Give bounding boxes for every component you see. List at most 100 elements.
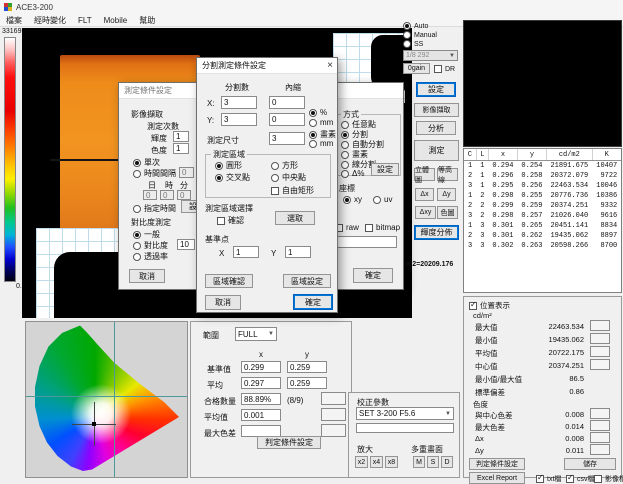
zero-gain-button[interactable]: 0gain xyxy=(403,63,430,74)
position-display-checkbox[interactable]: 位置表示 xyxy=(469,300,510,311)
delta-y-button[interactable]: Δy xyxy=(437,188,456,201)
y-division-field[interactable]: 3 xyxy=(221,113,257,126)
y-inset-field[interactable]: 0 xyxy=(269,113,305,126)
solid-view-button[interactable]: 立體圖 xyxy=(414,168,435,181)
menu-item-mobile[interactable]: Mobile xyxy=(104,16,128,25)
table-row[interactable]: 330.3020.26320598.2668700 xyxy=(464,241,621,251)
menu-item-help[interactable]: 幫助 xyxy=(139,15,155,26)
area-center-radio[interactable]: 中央點 xyxy=(271,172,306,183)
base-x-field[interactable]: 1 xyxy=(233,246,259,258)
multi-s-button[interactable]: S xyxy=(427,456,439,468)
multi-d-button[interactable]: D xyxy=(441,456,453,468)
table-row[interactable]: 110.2940.25421891.67510407 xyxy=(464,161,621,172)
size-field[interactable]: 3 xyxy=(269,132,305,145)
color-map-button[interactable]: 色圖 xyxy=(437,206,458,219)
avg-x-field[interactable]: 0.297 xyxy=(241,377,281,389)
capture-button[interactable]: 影像擷取 xyxy=(414,103,459,117)
transmittance-radio[interactable]: 透過率 xyxy=(133,251,168,262)
radio-auto[interactable]: Auto xyxy=(403,22,428,30)
shutter-dropdown[interactable]: 1/8 292▼ xyxy=(403,50,458,61)
settings-button[interactable]: 設定 xyxy=(416,82,456,97)
specified-time-radio[interactable]: 指定時間 xyxy=(133,203,176,214)
chroma-count-field[interactable]: 1 xyxy=(173,143,189,154)
radio-manual[interactable]: Manual xyxy=(403,31,437,39)
pick-button[interactable]: 選取 xyxy=(275,211,315,225)
bitmap-checkbox[interactable]: bitmap xyxy=(365,223,400,232)
stat-value: 20374.251 xyxy=(519,361,584,370)
x-inset-field[interactable]: 0 xyxy=(269,96,305,109)
calibration-dropdown[interactable]: SET 3-200 F5.6▼ xyxy=(356,407,454,420)
confirm-checkbox[interactable]: 確認 xyxy=(217,215,244,226)
inset-mm-radio[interactable]: mm xyxy=(309,118,333,127)
table-row[interactable]: 310.2950.25622463.53410046 xyxy=(464,181,621,191)
close-icon[interactable]: × xyxy=(327,60,333,71)
area-square-radio[interactable]: 方形 xyxy=(271,160,298,171)
method-set-button[interactable]: 設定 xyxy=(371,163,399,176)
measure-ok-button[interactable]: 確定 xyxy=(353,268,393,283)
output-path-field[interactable] xyxy=(335,236,397,248)
single-radio[interactable]: 單次 xyxy=(133,157,160,168)
x-division-field[interactable]: 3 xyxy=(221,96,257,109)
range-dropdown[interactable]: FULL▼ xyxy=(235,327,277,341)
dialog-title-bar[interactable]: 分割測定條件設定 × xyxy=(197,58,337,74)
menu-item-time-variation[interactable]: 經時變化 xyxy=(34,15,66,26)
measure-cancel-button[interactable]: 取消 xyxy=(129,269,165,283)
coord-xy-radio[interactable]: xy xyxy=(343,195,362,204)
contrast-radio[interactable]: 對比度 xyxy=(133,240,168,251)
split-ok-button[interactable]: 確定 xyxy=(293,294,333,310)
luminance-distribution-button[interactable]: 輝度分佈 xyxy=(414,225,459,240)
image-file-checkbox[interactable]: 影像檔 xyxy=(594,474,623,484)
txt-checkbox[interactable]: txt檔 xyxy=(536,474,561,484)
area-circle-radio[interactable]: 圓形 xyxy=(215,160,242,171)
excel-report-button[interactable]: Excel Report xyxy=(469,472,525,484)
inset-percent-radio[interactable]: % xyxy=(309,108,327,117)
radio-ss[interactable]: SS xyxy=(403,40,423,48)
coord-uv-radio[interactable]: uv xyxy=(373,195,392,204)
table-row[interactable]: 120.2980.25520776.73610386 xyxy=(464,191,621,201)
stats-judge-button[interactable]: 判定條件設定 xyxy=(469,458,525,470)
area-cross-radio[interactable]: 交叉點 xyxy=(215,172,250,183)
results-table-wrap[interactable]: CLxycd/m2K 110.2940.25421891.67510407210… xyxy=(463,148,622,293)
table-row[interactable]: 230.3010.26219435.0628897 xyxy=(464,231,621,241)
color-stat-value: 0.011 xyxy=(519,446,584,455)
menu-item-flt[interactable]: FLT xyxy=(78,16,92,25)
radio-auto-icon xyxy=(403,22,411,30)
size-mm-radio[interactable]: mm xyxy=(309,139,333,148)
chroma-count-label: 色度 xyxy=(151,145,167,156)
pass-count-label: 合格數量 xyxy=(204,396,236,407)
area-confirm-button[interactable]: 區域確認 xyxy=(205,274,253,288)
delta-x-button[interactable]: Δx xyxy=(415,188,434,201)
ref-y-field[interactable]: 0.259 xyxy=(287,361,327,373)
menu-item-file[interactable]: 檔案 xyxy=(6,15,22,26)
table-row[interactable]: 220.2990.25920374.2519332 xyxy=(464,201,621,211)
zoom-x2-button[interactable]: x2 xyxy=(355,456,368,468)
table-row[interactable]: 130.3010.26520451.1418834 xyxy=(464,221,621,231)
base-y-field[interactable]: 1 xyxy=(285,246,311,258)
save-button[interactable]: 儲存 xyxy=(564,458,616,470)
method-delta-pct-radio[interactable]: Δ% xyxy=(341,169,364,178)
zoom-x4-button[interactable]: x4 xyxy=(370,456,383,468)
split-cancel-button[interactable]: 取消 xyxy=(205,295,241,310)
free-rect-checkbox[interactable]: 自由矩形 xyxy=(271,185,314,196)
dr-checkbox[interactable]: DR xyxy=(434,65,455,73)
general-radio[interactable]: 一般 xyxy=(133,229,160,240)
zoom-x8-button[interactable]: x8 xyxy=(385,456,398,468)
csv-checkbox[interactable]: csv檔 xyxy=(566,474,595,484)
ref-x-field[interactable]: 0.299 xyxy=(241,361,281,373)
avg-y-field[interactable]: 0.259 xyxy=(287,377,327,389)
table-row[interactable]: 320.2980.25721026.0409616 xyxy=(464,211,621,221)
range-judge-button[interactable]: 判定條件設定 xyxy=(257,436,321,449)
interval-radio[interactable]: 時間間隔 xyxy=(133,168,176,179)
measure-button[interactable]: 測定 xyxy=(414,140,459,161)
delta-xy-button[interactable]: Δxy xyxy=(415,206,436,219)
table-row[interactable]: 210.2960.25820372.0799722 xyxy=(464,171,621,181)
area-set-button[interactable]: 區域設定 xyxy=(283,274,331,288)
raw-checkbox[interactable]: raw xyxy=(335,223,359,232)
multi-m-button[interactable]: M xyxy=(413,456,425,468)
contour-button[interactable]: 等高線 xyxy=(437,168,458,181)
luminance-count-field[interactable]: 1 xyxy=(173,131,189,142)
contrast-field[interactable]: 10 xyxy=(177,239,195,250)
analyze-button[interactable]: 分析 xyxy=(416,121,456,135)
stat-indicator-box xyxy=(590,333,610,344)
calibration-panel: 校正參數 SET 3-200 F5.6▼ 放大 x2 x4 x8 多重畫面 M … xyxy=(348,392,460,478)
